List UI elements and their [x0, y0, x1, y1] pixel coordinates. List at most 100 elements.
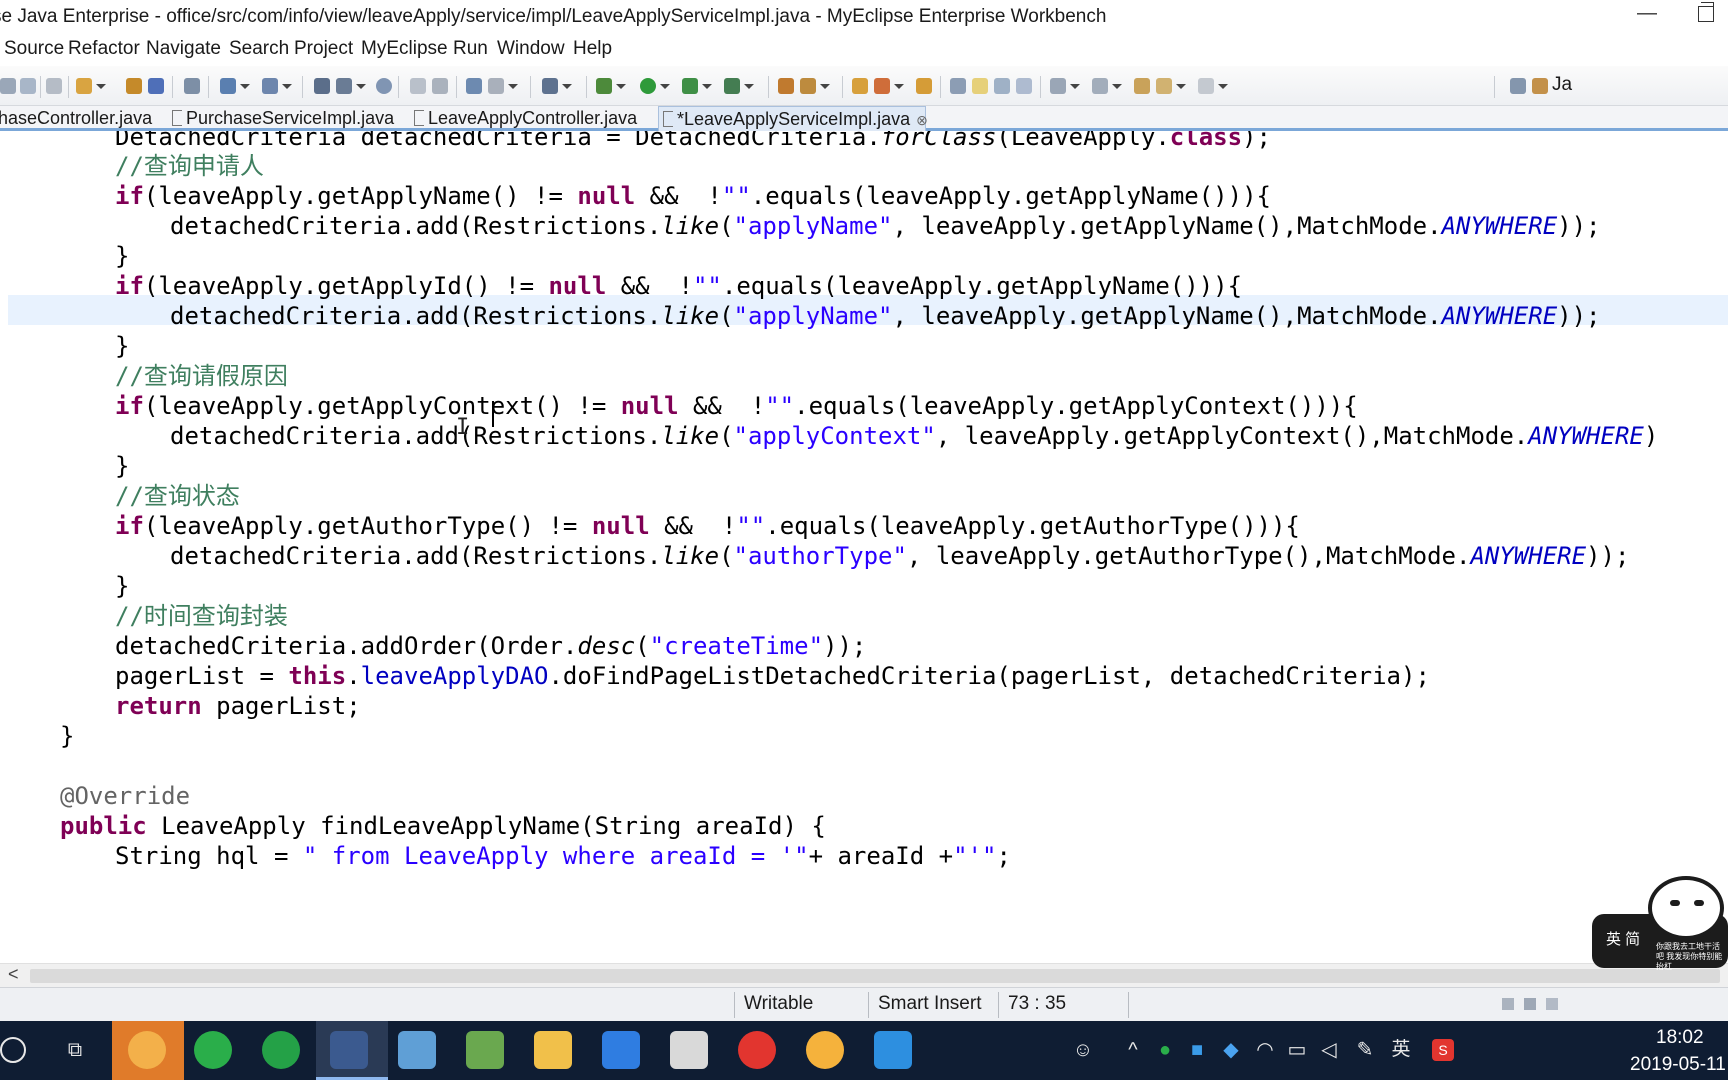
back-icon[interactable]	[1156, 78, 1172, 94]
wechat-icon[interactable]	[194, 1031, 232, 1069]
save-icon[interactable]	[20, 78, 36, 94]
java-file-icon	[663, 111, 673, 127]
pen-tray-icon[interactable]: ✎	[1354, 1039, 1376, 1061]
forward-icon[interactable]	[1198, 78, 1214, 94]
tab-leave-apply-service-impl[interactable]: *LeaveApplyServiceImpl.java ⊗	[658, 106, 928, 131]
debug-icon[interactable]	[596, 78, 612, 94]
browser-icon[interactable]	[262, 1031, 300, 1069]
horizontal-scrollbar[interactable]: <	[0, 963, 1728, 987]
highlight-icon[interactable]	[972, 78, 988, 94]
menu-navigate[interactable]: Navigate	[146, 38, 221, 60]
next-annotation-icon[interactable]	[1050, 78, 1066, 94]
run-config-icon[interactable]	[682, 78, 698, 94]
monitor-icon[interactable]	[466, 78, 482, 94]
ime-language[interactable]: 英	[1390, 1039, 1412, 1061]
restore-view-icon[interactable]	[1546, 998, 1558, 1010]
db-icon[interactable]	[314, 78, 330, 94]
explorer-icon[interactable]	[336, 78, 352, 94]
chart-app-icon[interactable]	[466, 1031, 504, 1069]
tab-purchase-service-impl[interactable]: PurchaseServiceImpl.java	[172, 106, 408, 131]
photos-app-icon[interactable]	[874, 1031, 912, 1069]
last-edit-icon[interactable]	[1134, 78, 1150, 94]
myeclipse-icon[interactable]	[330, 1031, 368, 1069]
red-app-icon[interactable]	[738, 1031, 776, 1069]
tab-purchase-controller[interactable]: haseController.java	[0, 106, 164, 131]
calculator-icon[interactable]	[670, 1031, 708, 1069]
menu-source[interactable]: Source	[4, 38, 64, 60]
restore-button[interactable]	[1698, 2, 1714, 22]
new-icon[interactable]	[0, 78, 16, 94]
build-icon[interactable]	[488, 78, 504, 94]
prev-annotation-icon[interactable]	[1092, 78, 1108, 94]
menu-run[interactable]: Run	[453, 38, 488, 60]
clock-date[interactable]: 2019-05-11	[1630, 1054, 1726, 1076]
run-icon[interactable]	[640, 78, 656, 94]
tab-leave-apply-controller[interactable]: LeaveApplyController.java	[414, 106, 654, 131]
main-toolbar: Ja	[0, 66, 1728, 106]
new-interface-icon[interactable]	[800, 78, 816, 94]
paste-icon[interactable]	[432, 78, 448, 94]
scrollbar-thumb[interactable]	[30, 969, 1720, 983]
tab-label: PurchaseServiceImpl.java	[186, 108, 395, 128]
people-icon[interactable]: ☺	[1072, 1039, 1094, 1061]
code-line: public LeaveApply findLeaveApplyName(Str…	[60, 812, 826, 840]
code-line: String hql = " from LeaveApply where are…	[115, 842, 1011, 870]
menu-help[interactable]: Help	[573, 38, 612, 60]
external-tools-icon[interactable]	[724, 78, 740, 94]
globe-icon[interactable]	[376, 78, 392, 94]
code-line: detachedCriteria.add(Restrictions.like("…	[170, 212, 1601, 240]
code-editor[interactable]: DetachedCriteria detachedCriteria = Deta…	[0, 131, 1728, 963]
deploy-icon[interactable]	[262, 78, 278, 94]
close-icon[interactable]: ⊗	[916, 112, 928, 128]
battery-icon[interactable]: ▭	[1286, 1039, 1308, 1061]
menu-refactor[interactable]: Refactor	[68, 38, 140, 60]
wifi-icon[interactable]: ◠	[1254, 1039, 1276, 1061]
cut-icon[interactable]	[410, 78, 426, 94]
volume-icon[interactable]: ◁	[1318, 1039, 1340, 1061]
open-type-icon[interactable]	[184, 78, 200, 94]
wps-icon[interactable]	[602, 1031, 640, 1069]
pen-icon[interactable]	[874, 78, 890, 94]
menu-bar: Source Refactor Navigate Search Project …	[0, 36, 1728, 66]
notepad-icon[interactable]	[398, 1031, 436, 1069]
game-app-icon[interactable]	[806, 1031, 844, 1069]
bluetooth-tray-icon[interactable]: ■	[1186, 1039, 1208, 1061]
menu-myeclipse[interactable]: MyEclipse	[361, 38, 448, 60]
sogou-ime-icon[interactable]: S	[1432, 1039, 1454, 1061]
task-view-icon[interactable]: ⧉	[64, 1039, 86, 1061]
maximize-view-icon[interactable]	[1524, 998, 1536, 1010]
server-icon[interactable]	[220, 78, 236, 94]
search-icon[interactable]	[950, 78, 966, 94]
code-line: }	[115, 242, 130, 270]
code-line: }	[115, 572, 130, 600]
clock-time[interactable]: 18:02	[1656, 1027, 1704, 1049]
package-icon[interactable]	[126, 78, 142, 94]
minimize-button[interactable]: —	[1637, 2, 1657, 25]
code-line: if(leaveApply.getApplyId() != null && !"…	[115, 272, 1243, 300]
new-class-icon[interactable]	[778, 78, 794, 94]
chevron-up-icon[interactable]: ^	[1122, 1039, 1144, 1061]
new-project-icon[interactable]	[76, 78, 92, 94]
minimize-view-icon[interactable]	[1502, 998, 1514, 1010]
menu-project[interactable]: Project	[294, 38, 353, 60]
perspective-label[interactable]: Ja	[1552, 74, 1572, 96]
class-icon[interactable]	[148, 78, 164, 94]
open-perspective-icon[interactable]	[1510, 78, 1526, 94]
file-explorer-icon[interactable]	[534, 1031, 572, 1069]
java-file-icon	[414, 110, 424, 126]
whitespace-icon[interactable]	[1016, 78, 1032, 94]
cortana-icon[interactable]	[0, 1037, 26, 1063]
menu-window[interactable]: Window	[497, 38, 565, 60]
java-perspective-icon[interactable]	[1532, 78, 1548, 94]
open-file-icon[interactable]	[916, 78, 932, 94]
menu-search[interactable]: Search	[229, 38, 289, 60]
block-select-icon[interactable]	[994, 78, 1010, 94]
code-line: detachedCriteria.add(Restrictions.like("…	[170, 422, 1659, 450]
wechat-tray-icon[interactable]: ●	[1154, 1039, 1176, 1061]
print-icon[interactable]	[46, 78, 62, 94]
open-folder-icon[interactable]	[852, 78, 868, 94]
sync-tray-icon[interactable]: ◆	[1220, 1039, 1242, 1061]
camera-icon[interactable]	[542, 78, 558, 94]
point-app-icon[interactable]	[128, 1031, 166, 1069]
scroll-left-icon[interactable]: <	[8, 964, 19, 985]
